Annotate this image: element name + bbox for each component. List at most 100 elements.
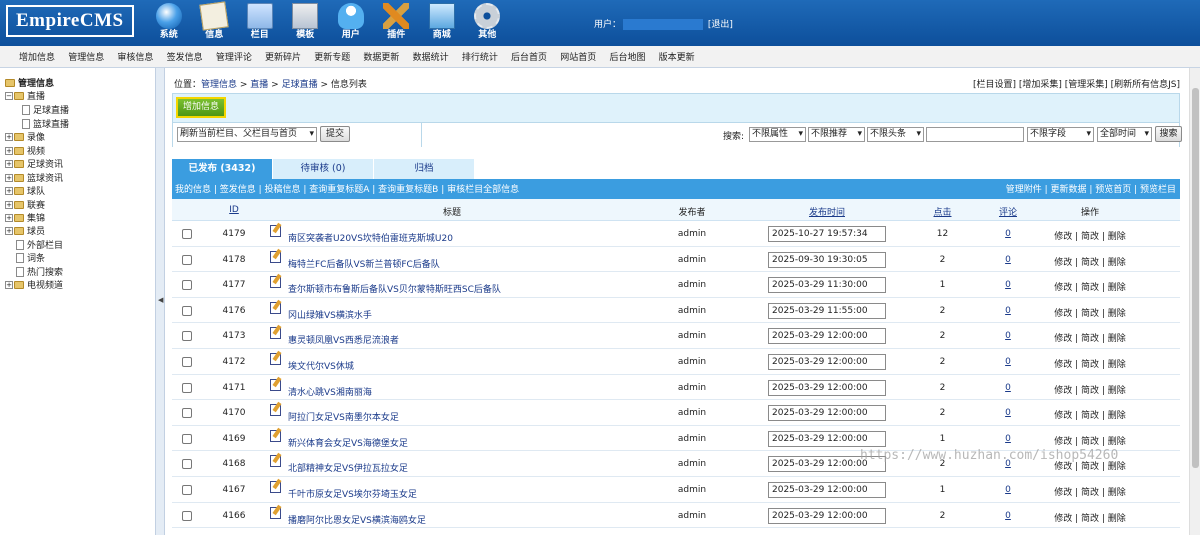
recommend-filter-select[interactable]: 不限推荐 xyxy=(808,127,865,142)
scrollbar-thumb[interactable] xyxy=(1192,88,1199,468)
tree-node[interactable]: + 球队 xyxy=(5,184,45,197)
row-comments-link[interactable]: 0 xyxy=(988,434,1028,444)
delete-link[interactable]: 删除 xyxy=(1108,283,1126,293)
submenu-item[interactable]: 审核信息 xyxy=(117,50,153,63)
edit-link[interactable]: 修改 xyxy=(1054,232,1072,242)
tab-0[interactable]: 已发布 (3432) xyxy=(172,159,272,179)
row-publish-time-field[interactable]: 2025-03-29 12:00:00 xyxy=(768,379,886,396)
breadcrumb-item[interactable]: 足球直播 xyxy=(282,80,318,90)
logout-link[interactable]: [退出] xyxy=(708,20,733,30)
tree-node[interactable]: + 视频 xyxy=(5,144,45,157)
tree-node[interactable]: + 录像 xyxy=(5,130,45,143)
delete-link[interactable]: 删除 xyxy=(1108,488,1126,498)
quick-edit-link[interactable]: 简改 xyxy=(1081,309,1099,319)
edit-link[interactable]: 修改 xyxy=(1054,334,1072,344)
add-info-button[interactable]: 增加信息 xyxy=(176,97,226,118)
breadcrumb-item[interactable]: 管理信息 xyxy=(201,80,237,90)
collapse-icon[interactable]: − xyxy=(5,91,13,100)
edit-link[interactable]: 修改 xyxy=(1054,360,1072,370)
link-bar-right[interactable]: 管理附件 | 更新数据 | 预览首页 | 预览栏目 xyxy=(1006,181,1176,199)
row-comments-link[interactable]: 0 xyxy=(988,331,1028,341)
edit-link[interactable]: 修改 xyxy=(1054,309,1072,319)
row-comments-link[interactable]: 0 xyxy=(988,280,1028,290)
row-publish-time-field[interactable]: 2025-10-27 19:57:34 xyxy=(768,226,886,242)
row-checkbox[interactable] xyxy=(182,331,192,342)
row-title-link[interactable]: 南区突袭者U20VS坎特伯雷班克斯城U20 xyxy=(288,231,453,244)
submenu-item[interactable]: 管理评论 xyxy=(216,50,252,63)
row-title-link[interactable]: 千叶市原女足VS埃尔芬埼玉女足 xyxy=(288,487,417,500)
submenu-item[interactable]: 数据更新 xyxy=(363,50,399,63)
row-title-link[interactable]: 查尔斯顿市布鲁斯后备队VS贝尔蒙特斯旺西SC后备队 xyxy=(288,282,501,295)
row-checkbox[interactable] xyxy=(182,382,192,393)
row-title-link[interactable]: 阿拉门女足VS南墨尔本女足 xyxy=(288,410,399,423)
row-title-link[interactable]: 新兴体育会女足VS海德堡女足 xyxy=(288,436,408,449)
row-comments-link[interactable]: 0 xyxy=(988,383,1028,393)
edit-link[interactable]: 修改 xyxy=(1054,411,1072,421)
delete-link[interactable]: 删除 xyxy=(1108,437,1126,447)
quick-edit-link[interactable]: 简改 xyxy=(1081,232,1099,242)
expand-icon[interactable]: + xyxy=(5,213,13,222)
row-comments-link[interactable]: 0 xyxy=(988,229,1028,239)
submenu-item[interactable]: 排行统计 xyxy=(462,50,498,63)
tree-node[interactable]: + 电视频道 xyxy=(5,278,63,291)
expand-icon[interactable]: + xyxy=(5,132,13,141)
quick-edit-link[interactable]: 简改 xyxy=(1081,386,1099,396)
quick-edit-link[interactable]: 简改 xyxy=(1081,488,1099,498)
row-checkbox[interactable] xyxy=(182,357,192,367)
search-input[interactable] xyxy=(926,127,1024,142)
row-checkbox[interactable] xyxy=(182,510,192,521)
submit-button[interactable]: 提交 xyxy=(320,126,350,142)
submenu-item[interactable]: 更新碎片 xyxy=(265,50,301,63)
expand-icon[interactable]: + xyxy=(5,226,13,235)
tree-node[interactable]: + 球员 xyxy=(5,224,45,237)
row-title-link[interactable]: 冈山绿雉VS横滨水手 xyxy=(288,308,372,321)
expand-icon[interactable]: + xyxy=(5,186,13,195)
tree-node[interactable]: + 篮球资讯 xyxy=(5,171,63,184)
expand-icon[interactable]: + xyxy=(5,173,13,182)
headline-filter-select[interactable]: 不限头条 xyxy=(867,127,924,142)
row-comments-link[interactable]: 0 xyxy=(988,255,1028,265)
top-nav-5[interactable]: 插件 xyxy=(374,1,420,45)
field-select[interactable]: 不限字段 xyxy=(1027,127,1094,142)
row-checkbox[interactable] xyxy=(182,408,192,419)
sidebar-collapse-handle[interactable]: ◀ xyxy=(155,68,165,535)
tab-1[interactable]: 待审核 (0) xyxy=(273,159,373,179)
edit-link[interactable]: 修改 xyxy=(1054,258,1072,268)
edit-link[interactable]: 修改 xyxy=(1054,514,1072,524)
row-title-link[interactable]: 埃文代尔VS休城 xyxy=(288,359,354,372)
row-comments-link[interactable]: 0 xyxy=(988,357,1028,367)
row-publish-time-field[interactable]: 2025-03-29 12:00:00 xyxy=(768,507,886,524)
delete-link[interactable]: 删除 xyxy=(1108,514,1126,524)
submenu-item[interactable]: 数据统计 xyxy=(413,50,449,63)
tree-node[interactable]: + 集锦 xyxy=(5,211,45,224)
breadcrumb-item[interactable]: 直播 xyxy=(250,80,268,90)
row-comments-link[interactable]: 0 xyxy=(988,485,1028,495)
top-nav-2[interactable]: 栏目 xyxy=(237,1,283,45)
submenu-item[interactable]: 后台首页 xyxy=(511,50,547,63)
row-checkbox[interactable] xyxy=(182,229,192,239)
top-links[interactable]: [栏目设置] [增加采集] [管理采集] [刷新所有信息JS] xyxy=(973,77,1180,90)
row-publish-time-field[interactable]: 2025-03-29 11:30:00 xyxy=(768,277,886,294)
delete-link[interactable]: 删除 xyxy=(1108,309,1126,319)
column-header[interactable]: ID xyxy=(212,205,256,215)
top-nav-1[interactable]: 信息 xyxy=(192,1,238,45)
submenu-item[interactable]: 更新专题 xyxy=(314,50,350,63)
column-header[interactable]: 发布时间 xyxy=(768,205,886,218)
column-header[interactable]: 点击 xyxy=(920,205,965,218)
tree-node[interactable]: 词条 xyxy=(16,251,45,264)
quick-edit-link[interactable]: 简改 xyxy=(1081,437,1099,447)
row-checkbox[interactable] xyxy=(182,485,192,495)
time-select[interactable]: 全部时间 xyxy=(1097,127,1152,142)
quick-edit-link[interactable]: 简改 xyxy=(1081,334,1099,344)
delete-link[interactable]: 删除 xyxy=(1108,411,1126,421)
edit-link[interactable]: 修改 xyxy=(1054,488,1072,498)
submenu-item[interactable]: 网站首页 xyxy=(560,50,596,63)
column-header[interactable]: 评论 xyxy=(988,205,1028,218)
quick-edit-link[interactable]: 简改 xyxy=(1081,283,1099,293)
row-publish-time-field[interactable]: 2025-03-29 12:00:00 xyxy=(768,405,886,422)
row-title-link[interactable]: 惠灵顿凤凰VS西悉尼流浪者 xyxy=(288,333,399,346)
expand-icon[interactable]: + xyxy=(5,159,13,168)
delete-link[interactable]: 删除 xyxy=(1108,386,1126,396)
row-title-link[interactable]: 播磨阿尔比恩女足VS横滨海鸥女足 xyxy=(288,513,426,526)
row-comments-link[interactable]: 0 xyxy=(988,511,1028,521)
